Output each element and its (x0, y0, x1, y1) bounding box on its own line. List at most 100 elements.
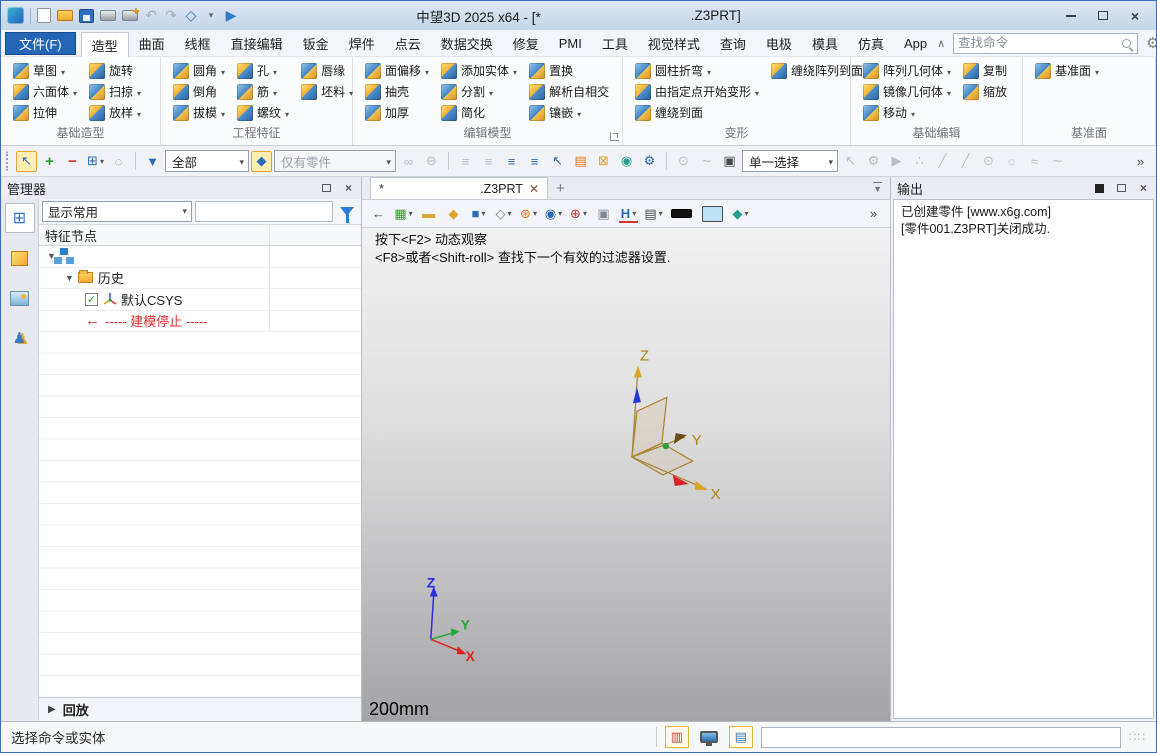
pick-box-icon[interactable]: ⊞ (85, 151, 106, 172)
compass-icon[interactable]: ⊙ (673, 151, 694, 172)
查询[interactable]: 查询 (710, 32, 756, 55)
dropdown-arrow-icon[interactable] (911, 106, 915, 120)
dialog-launcher-icon[interactable] (610, 132, 619, 141)
emboss-button[interactable]: 镶嵌 (527, 103, 611, 122)
dropdown-arrow-icon[interactable] (137, 85, 141, 99)
add-solid-button[interactable]: 添加实体 (439, 61, 519, 80)
pin-icon[interactable]: ⊖ (421, 151, 442, 172)
output-close-button[interactable]: × (1137, 182, 1150, 195)
print-icon[interactable] (100, 10, 116, 21)
move-button[interactable]: 移动 (861, 103, 953, 122)
tree-row-history[interactable]: ▼ 历史 (39, 268, 361, 290)
manager-close-button[interactable]: × (342, 182, 355, 195)
orient-target-icon[interactable]: ⊕ (568, 203, 589, 224)
pick-arrow-icon[interactable]: ↖ (547, 151, 568, 172)
resolve-self-intersection-button[interactable]: 解析自相交 (527, 82, 611, 101)
solid-manager-tab[interactable] (5, 243, 35, 273)
shade-face-icon[interactable]: ◆ (443, 203, 464, 224)
visibility-checkbox[interactable]: ✓ (85, 293, 98, 306)
dropdown-arrow-icon[interactable] (755, 85, 759, 99)
face-offset-button[interactable]: 面偏移 (363, 61, 431, 80)
仿真[interactable]: 仿真 (848, 32, 894, 55)
wrap-to-face-button[interactable]: 缠绕到面 (633, 103, 761, 122)
cursor-gear-icon[interactable]: ⚙ (863, 151, 884, 172)
lip-button[interactable]: 唇缘 (299, 61, 355, 80)
sweep-button[interactable]: 扫掠 (87, 82, 143, 101)
dropdown-arrow-icon[interactable] (1095, 64, 1099, 78)
tree-row-root[interactable]: ▼ (39, 246, 361, 268)
thread-button[interactable]: 螺纹 (235, 103, 291, 122)
zoom-icon[interactable]: ◉ (543, 203, 564, 224)
修复[interactable]: 修复 (503, 32, 549, 55)
datum-plane-button[interactable]: 基准面 (1033, 61, 1101, 80)
settings-gear-icon[interactable]: ⚙ (1146, 34, 1157, 52)
quick-access-dropdown-icon[interactable]: ▾ (204, 7, 218, 25)
dropdown-arrow-icon[interactable] (273, 64, 277, 78)
cursor-icon[interactable]: ↖ (840, 151, 861, 172)
command-search-input[interactable] (958, 36, 1122, 50)
App[interactable]: App (894, 32, 937, 55)
maximize-button[interactable] (1094, 7, 1112, 25)
line-icon[interactable]: ╱ (955, 151, 976, 172)
shaded-display-icon[interactable]: ■ (468, 203, 489, 224)
deform-from-point-button[interactable]: 由指定点开始变形 (633, 82, 761, 101)
文件(F)[interactable]: 文件(F) (5, 32, 76, 55)
viewport-overflow-icon[interactable]: » (863, 203, 884, 224)
hook-curve-icon[interactable]: ∼ (696, 151, 717, 172)
fillet-button[interactable]: 圆角 (171, 61, 227, 80)
造型[interactable]: 造型 (81, 32, 129, 58)
tree-column-header[interactable]: 特征节点 (39, 225, 361, 246)
dropdown-arrow-icon[interactable] (221, 106, 225, 120)
remove-entity-icon[interactable]: − (62, 151, 83, 172)
焊件[interactable]: 焊件 (339, 32, 385, 55)
thicken-button[interactable]: 加厚 (363, 103, 431, 122)
rib-button[interactable]: 筋 (235, 82, 291, 101)
manager-restore-button[interactable] (320, 182, 333, 195)
eraser-icon[interactable]: ▬ (418, 203, 439, 224)
revolve-button[interactable]: 旋转 (87, 61, 143, 80)
pattern-geometry-button[interactable]: 阵列几何体 (861, 61, 953, 80)
viewport-canvas[interactable]: Z Y X Z Y X (362, 228, 890, 721)
钣金[interactable]: 钣金 (293, 32, 339, 55)
模具[interactable]: 模具 (802, 32, 848, 55)
pattern-display-icon[interactable]: ▦ (393, 203, 414, 224)
dropdown-arrow-icon[interactable] (285, 106, 289, 120)
layers-icon[interactable]: ▤ (570, 151, 591, 172)
list-bars-icon-3[interactable]: ≡ (501, 151, 522, 172)
z-axis-arrow[interactable] (633, 387, 641, 403)
tab-close-icon[interactable]: ✕ (529, 182, 539, 196)
shell-button[interactable]: 抽壳 (363, 82, 431, 101)
wave-icon[interactable]: ∼ (1047, 151, 1068, 172)
dropdown-arrow-icon[interactable] (73, 85, 77, 99)
线框[interactable]: 线框 (175, 32, 221, 55)
output-restore-button[interactable] (1115, 182, 1128, 195)
select-mode-combo[interactable]: 单一选择 (742, 150, 838, 172)
filter-all-combo[interactable]: 全部 (165, 150, 249, 172)
dropdown-arrow-icon[interactable] (947, 85, 951, 99)
undo-icon[interactable]: ↶ (144, 7, 158, 25)
dropdown-arrow-icon[interactable] (273, 85, 277, 99)
toolbar-overflow-icon[interactable]: » (1130, 151, 1151, 172)
playback-bar[interactable]: ▶ 回放 (39, 697, 361, 721)
collapse-caret-icon[interactable]: ▼ (47, 251, 56, 261)
globe-icon[interactable]: ◉ (616, 151, 637, 172)
frame-icon[interactable]: ▣ (593, 203, 614, 224)
collapse-caret-icon[interactable]: ▼ (65, 273, 74, 283)
collapse-ribbon-icon[interactable]: ∧ (937, 37, 945, 50)
line-point-icon[interactable]: ╱ (932, 151, 953, 172)
extrude-button[interactable]: 拉伸 (11, 103, 79, 122)
gear-g-icon[interactable]: ⚙ (639, 151, 660, 172)
draft-button[interactable]: 拔模 (171, 103, 227, 122)
sketch-button[interactable]: 草图 (11, 61, 79, 80)
tree-row-csys[interactable]: ✓ 默认CSYS (39, 289, 361, 311)
stock-button[interactable]: 坯料 (299, 82, 355, 101)
视觉样式[interactable]: 视觉样式 (638, 32, 710, 55)
曲面[interactable]: 曲面 (129, 32, 175, 55)
app-logo-icon[interactable] (7, 7, 24, 24)
new-tab-icon[interactable]: + (556, 180, 565, 197)
split-button[interactable]: 分割 (439, 82, 519, 101)
wireframe-display-icon[interactable]: ◇ (493, 203, 514, 224)
filled-square-icon[interactable]: ▣ (719, 151, 740, 172)
mirror-geometry-button[interactable]: 镜像几何体 (861, 82, 953, 101)
wave-dot-icon[interactable]: ≈ (1024, 151, 1045, 172)
